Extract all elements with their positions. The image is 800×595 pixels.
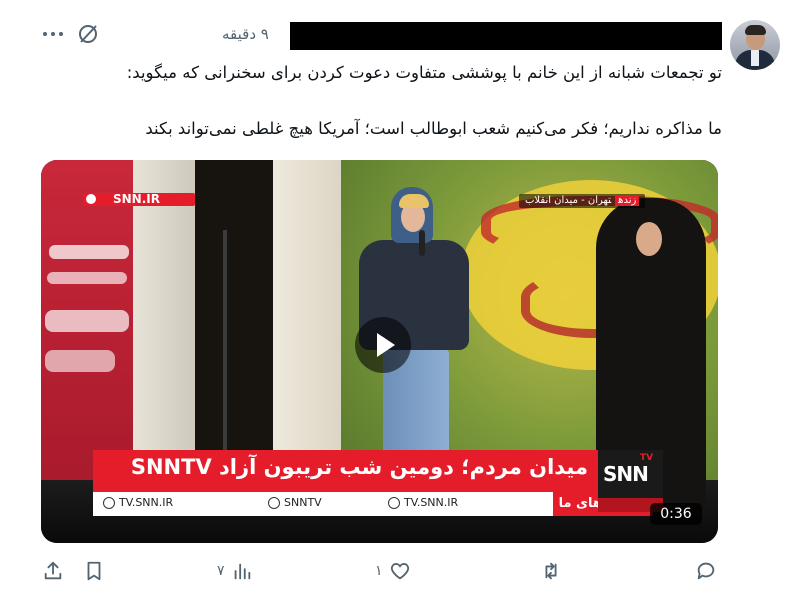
- instagram-handle: TV.SNN.IR: [103, 496, 173, 509]
- likes-count: ۱: [375, 563, 383, 579]
- post-text-line-1: تو تجمعات شبانه از این خانم با پوششی متف…: [126, 63, 722, 82]
- live-tag: زندهتهران - میدان انقلاب: [519, 194, 646, 208]
- globe-icon: [388, 496, 400, 509]
- instagram-icon: [103, 496, 115, 509]
- post-text-line-2: ما مذاکره نداریم؛ فکر می‌کنیم شعب ابوطال…: [145, 119, 722, 138]
- share-icon: [44, 561, 62, 580]
- like-button[interactable]: ۱: [375, 560, 411, 582]
- video-player[interactable]: SNN.IR زندهتهران - میدان انقلاب میدان مر…: [41, 160, 718, 543]
- repost-button[interactable]: [540, 560, 562, 582]
- lower-third-headline: میدان مردم؛ دومین شب تریبون آزاد SNNTV: [93, 450, 598, 492]
- play-icon[interactable]: [355, 317, 411, 373]
- snn-corner-logo: SNN TV: [598, 450, 663, 502]
- views-button[interactable]: ۷: [217, 560, 253, 582]
- bookmark-icon: [87, 561, 101, 581]
- reply-icon: [697, 562, 715, 580]
- reply-button[interactable]: [695, 560, 717, 582]
- lower-third-handles: نشانی های ما TV.SNN.IR SNNTV TV.SNN.IR: [93, 492, 653, 516]
- action-bar: ۷ ۱: [0, 560, 800, 588]
- globe-icon: [86, 194, 96, 204]
- views-count: ۷: [217, 563, 225, 579]
- redacted-author-name: [290, 22, 722, 50]
- website-handle: TV.SNN.IR: [388, 496, 458, 509]
- views-icon: [234, 563, 250, 580]
- repost-icon: [545, 562, 557, 580]
- post: ۹ دقیقه تو تجمعات شبانه از این خانم با پ…: [0, 0, 800, 595]
- bookmark-button[interactable]: [83, 560, 105, 582]
- more-horizontal-icon[interactable]: [40, 22, 66, 46]
- telegram-icon: [268, 496, 280, 509]
- grok-icon[interactable]: [76, 22, 100, 46]
- post-time[interactable]: ۹ دقیقه: [222, 25, 269, 43]
- share-button[interactable]: [42, 560, 64, 582]
- avatar[interactable]: [730, 20, 780, 70]
- telegram-handle: SNNTV: [268, 496, 322, 509]
- video-duration: 0:36: [650, 503, 702, 525]
- heart-icon: [390, 563, 409, 580]
- snn-top-logo: SNN.IR: [83, 192, 195, 206]
